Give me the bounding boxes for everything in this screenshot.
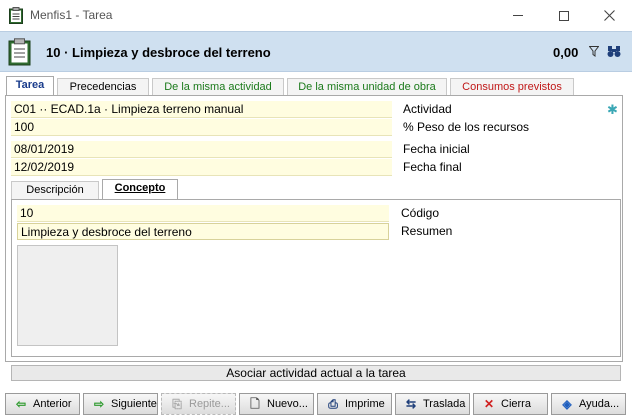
codigo-field[interactable]: 10 [17, 205, 389, 222]
actividad-field[interactable]: C01 ·· ECAD.1a · Limpieza terreno manual [11, 101, 392, 118]
minimize-icon [513, 15, 523, 16]
tab-tarea[interactable]: Tarea [6, 76, 54, 96]
associate-activity-button[interactable]: Asociar actividad actual a la tarea [11, 365, 621, 381]
tab-label: Concepto [114, 182, 166, 194]
cierra-label: Cierra [501, 398, 531, 410]
arrow-right-icon: ⇨ [93, 397, 105, 411]
tab-concepto[interactable]: Concepto [102, 179, 178, 200]
tab-descripcion[interactable]: Descripción [11, 181, 99, 199]
task-title: 10 · Limpieza y desbroce del terreno [46, 45, 271, 60]
imprime-label: Imprime [345, 398, 385, 410]
ayuda-button[interactable]: ◈ Ayuda... [551, 393, 626, 415]
tab-label: Precedencias [69, 81, 137, 93]
siguiente-label: Siguiente [111, 398, 157, 410]
codigo-label: Código [401, 206, 440, 220]
maximize-button[interactable] [541, 0, 587, 31]
tab-precedencias[interactable]: Precedencias [57, 78, 149, 95]
tab-consumos-previstos[interactable]: Consumos previstos [450, 78, 574, 95]
minimize-button[interactable] [495, 0, 541, 31]
fecha-final-label: Fecha final [403, 160, 462, 174]
peso-recursos-field[interactable]: 100 [11, 119, 392, 136]
asterisk-icon[interactable]: ✱ [607, 102, 618, 118]
close-icon [603, 10, 615, 21]
transfer-icon: ⇆ [405, 397, 417, 411]
resumen-field[interactable]: Limpieza y desbroce del terreno [17, 223, 389, 240]
tab-label: Consumos previstos [462, 81, 562, 93]
clipboard-app-icon [9, 7, 23, 24]
ayuda-label: Ayuda... [579, 398, 620, 410]
title-bar: Menfis1 - Tarea [0, 0, 632, 31]
imprime-button[interactable]: ⎙ Imprime [317, 393, 392, 415]
arrow-left-icon: ⇦ [15, 397, 27, 411]
tab-label: De la misma unidad de obra [298, 81, 436, 93]
close-window-button[interactable] [586, 0, 632, 31]
task-amount: 0,00 [553, 45, 579, 60]
help-icon: ◈ [562, 397, 572, 411]
traslada-label: Traslada [423, 398, 466, 410]
repite-label: Repite... [189, 398, 230, 410]
tab-misma-unidad-obra[interactable]: De la misma unidad de obra [287, 78, 447, 95]
resumen-label: Resumen [401, 224, 453, 238]
siguiente-button[interactable]: ⇨ Siguiente [83, 393, 158, 415]
nuevo-label: Nuevo... [267, 398, 308, 410]
traslada-button[interactable]: ⇆ Traslada [395, 393, 470, 415]
anterior-label: Anterior [33, 398, 72, 410]
fecha-final-field[interactable]: 12/02/2019 [11, 159, 392, 176]
tab-label: Descripción [26, 184, 84, 196]
task-header: 10 · Limpieza y desbroce del terreno 0,0… [0, 31, 632, 72]
peso-recursos-label: % Peso de los recursos [403, 120, 530, 134]
maximize-icon [559, 10, 569, 21]
tab-label: De la misma actividad [164, 81, 272, 93]
fecha-inicial-label: Fecha inicial [403, 142, 470, 156]
anterior-button[interactable]: ⇦ Anterior [5, 393, 80, 415]
clipboard-icon [8, 38, 31, 66]
nuevo-button[interactable]: 🗋 Nuevo... [239, 393, 314, 415]
window-title: Menfis1 - Tarea [30, 8, 113, 22]
tab-label: Tarea [15, 79, 45, 91]
cierra-button[interactable]: ✕ Cierra [473, 393, 548, 415]
print-icon: ⎙ [328, 397, 338, 411]
close-x-icon: ✕ [483, 397, 495, 411]
binoculars-icon[interactable] [607, 45, 621, 58]
repeat-icon: ⎘ [172, 397, 182, 411]
actividad-label: Actividad [403, 102, 452, 116]
filter-icon[interactable] [589, 46, 599, 57]
tab-misma-actividad[interactable]: De la misma actividad [152, 78, 284, 95]
image-placeholder[interactable] [17, 245, 118, 346]
fecha-inicial-field[interactable]: 08/01/2019 [11, 141, 392, 158]
new-document-icon: 🗋 [250, 397, 260, 411]
repite-button[interactable]: ⎘ Repite... [161, 393, 236, 415]
